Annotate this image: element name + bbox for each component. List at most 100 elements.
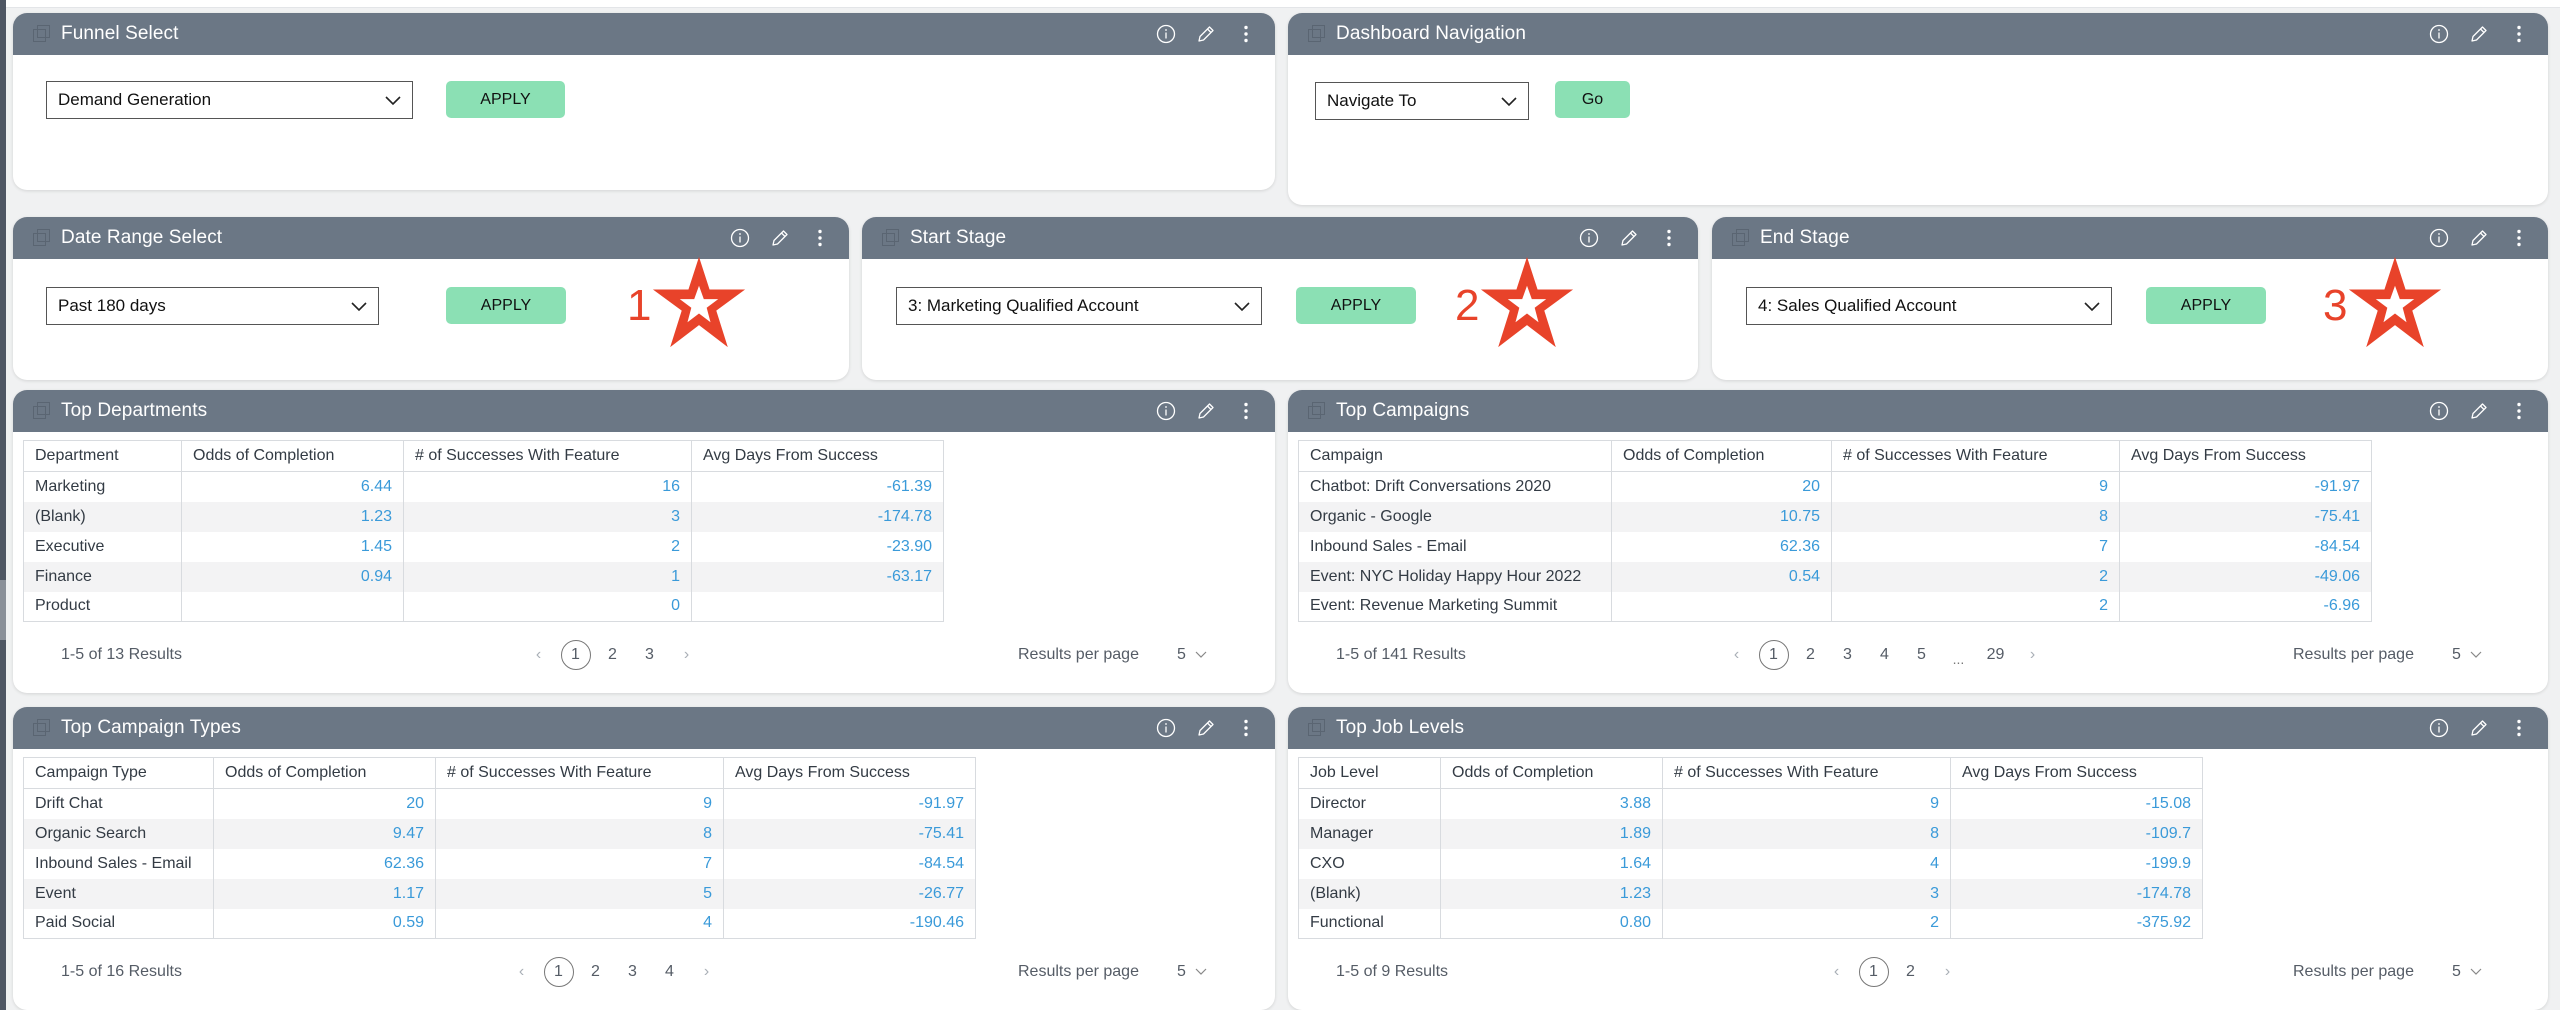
pencil-icon[interactable] [2468, 23, 2490, 45]
cell-value[interactable]: -84.54 [2119, 531, 2372, 562]
results-per-page-select[interactable]: 5 [2452, 646, 2483, 664]
apply-button[interactable]: APPLY [446, 287, 566, 324]
page-2[interactable]: 2 [577, 957, 614, 987]
pencil-icon[interactable] [2468, 717, 2490, 739]
kebab-menu-icon[interactable] [2508, 23, 2530, 45]
start-stage-dropdown[interactable]: 3: Marketing Qualified Account [896, 287, 1262, 325]
info-icon[interactable] [1155, 400, 1177, 422]
apply-button[interactable]: APPLY [446, 81, 565, 118]
pencil-icon[interactable] [2468, 227, 2490, 249]
page-4[interactable]: 4 [651, 957, 688, 987]
cell-value[interactable]: 0.94 [181, 561, 404, 592]
info-icon[interactable] [1155, 717, 1177, 739]
cell-value[interactable]: -23.90 [691, 531, 944, 562]
cell-value[interactable]: 8 [1831, 501, 2120, 532]
info-icon[interactable] [1578, 227, 1600, 249]
table-row[interactable]: Inbound Sales - Email 62.36 7 -84.54 [23, 848, 976, 879]
table-row[interactable]: Event: NYC Holiday Happy Hour 2022 0.54 2-… [1298, 561, 2372, 592]
cell-value[interactable]: 1.23 [181, 501, 404, 532]
table-row[interactable]: Inbound Sales - Email 62.36 7 -84.54 [1298, 531, 2372, 562]
cell-value[interactable]: 0.59 [213, 908, 436, 939]
page-last[interactable]: 29 [1977, 640, 2014, 670]
table-row[interactable]: Organic Search 9.47 8 -75.41 [23, 818, 976, 849]
cell-value[interactable]: 1 [403, 561, 692, 592]
expand-icon[interactable] [1308, 25, 1326, 43]
page-2[interactable]: 2 [1892, 957, 1929, 987]
cell-value[interactable]: 9.47 [213, 818, 436, 849]
prev-page-icon[interactable]: ‹ [520, 646, 557, 664]
pencil-icon[interactable] [769, 227, 791, 249]
page-1[interactable]: 1 [1755, 640, 1792, 670]
cell-value[interactable]: -174.78 [1950, 878, 2203, 909]
navigate-to-dropdown[interactable]: Navigate To [1315, 82, 1529, 120]
kebab-menu-icon[interactable] [2508, 717, 2530, 739]
pencil-icon[interactable] [1195, 717, 1217, 739]
page-3[interactable]: 3 [614, 957, 651, 987]
cell-value[interactable]: 4 [435, 908, 724, 939]
page-2[interactable]: 2 [1792, 640, 1829, 670]
cell-value[interactable]: -109.7 [1950, 818, 2203, 849]
end-stage-dropdown[interactable]: 4: Sales Qualified Account [1746, 287, 2112, 325]
cell-value[interactable]: -63.17 [691, 561, 944, 592]
results-per-page-select[interactable]: 5 [1177, 963, 1208, 981]
cell-value[interactable]: -91.97 [723, 788, 976, 819]
table-row[interactable]: CXO 1.64 4 -199.9 [1298, 848, 2203, 879]
table-row[interactable]: Organic - Google 10.75 8 -75.41 [1298, 501, 2372, 532]
cell-value[interactable]: 6.44 [181, 471, 404, 502]
cell-value[interactable]: -61.39 [691, 471, 944, 502]
column-header[interactable]: Avg Days From Success [691, 440, 944, 472]
table-row[interactable]: Product 0 [23, 591, 944, 622]
cell-value[interactable]: 20 [213, 788, 436, 819]
apply-button[interactable]: APPLY [1296, 287, 1416, 324]
cell-value[interactable]: 10.75 [1611, 501, 1832, 532]
cell-value[interactable]: -84.54 [723, 848, 976, 879]
page-5[interactable]: 5 [1903, 640, 1940, 670]
page-4[interactable]: 4 [1866, 640, 1903, 670]
table-row[interactable]: (Blank) 1.23 3 -174.78 [1298, 878, 2203, 909]
column-header[interactable]: Job Level [1298, 757, 1441, 789]
cell-value[interactable]: 9 [1831, 471, 2120, 502]
cell-value[interactable]: 4 [1662, 848, 1951, 879]
page-1[interactable]: 1 [540, 957, 577, 987]
cell-value[interactable]: 5 [435, 878, 724, 909]
next-page-icon[interactable]: › [688, 963, 725, 981]
kebab-menu-icon[interactable] [1658, 227, 1680, 249]
cell-value[interactable]: 1.89 [1440, 818, 1663, 849]
page-1[interactable]: 1 [1855, 957, 1892, 987]
info-icon[interactable] [729, 227, 751, 249]
cell-value[interactable]: 1.17 [213, 878, 436, 909]
date-range-dropdown[interactable]: Past 180 days [46, 287, 379, 325]
column-header[interactable]: Avg Days From Success [2119, 440, 2372, 472]
cell-value[interactable]: 7 [1831, 531, 2120, 562]
cell-value[interactable]: 2 [403, 531, 692, 562]
cell-value[interactable] [691, 591, 944, 622]
pencil-icon[interactable] [1618, 227, 1640, 249]
column-header[interactable]: Campaign Type [23, 757, 214, 789]
column-header[interactable]: # of Successes With Feature [435, 757, 724, 789]
cell-value[interactable]: 9 [435, 788, 724, 819]
cell-value[interactable]: 1.23 [1440, 878, 1663, 909]
cell-value[interactable]: 62.36 [1611, 531, 1832, 562]
cell-value[interactable]: 9 [1662, 788, 1951, 819]
column-header[interactable]: Campaign [1298, 440, 1612, 472]
cell-value[interactable] [181, 591, 404, 622]
cell-value[interactable]: 62.36 [213, 848, 436, 879]
table-row[interactable]: Functional 0.80 2 -375.92 [1298, 908, 2203, 939]
pencil-icon[interactable] [2468, 400, 2490, 422]
cell-value[interactable]: 3 [403, 501, 692, 532]
cell-value[interactable]: -75.41 [2119, 501, 2372, 532]
page-1[interactable]: 1 [557, 640, 594, 670]
cell-value[interactable]: -199.9 [1950, 848, 2203, 879]
prev-page-icon[interactable]: ‹ [503, 963, 540, 981]
column-header[interactable]: # of Successes With Feature [1831, 440, 2120, 472]
info-icon[interactable] [1155, 23, 1177, 45]
cell-value[interactable]: 2 [1662, 908, 1951, 939]
prev-page-icon[interactable]: ‹ [1818, 963, 1855, 981]
page-3[interactable]: 3 [631, 640, 668, 670]
cell-value[interactable]: -375.92 [1950, 908, 2203, 939]
column-header[interactable]: Avg Days From Success [1950, 757, 2203, 789]
table-row[interactable]: Manager 1.89 8 -109.7 [1298, 818, 2203, 849]
expand-icon[interactable] [33, 402, 51, 420]
cell-value[interactable]: 0.54 [1611, 561, 1832, 592]
cell-value[interactable]: -6.96 [2119, 591, 2372, 622]
